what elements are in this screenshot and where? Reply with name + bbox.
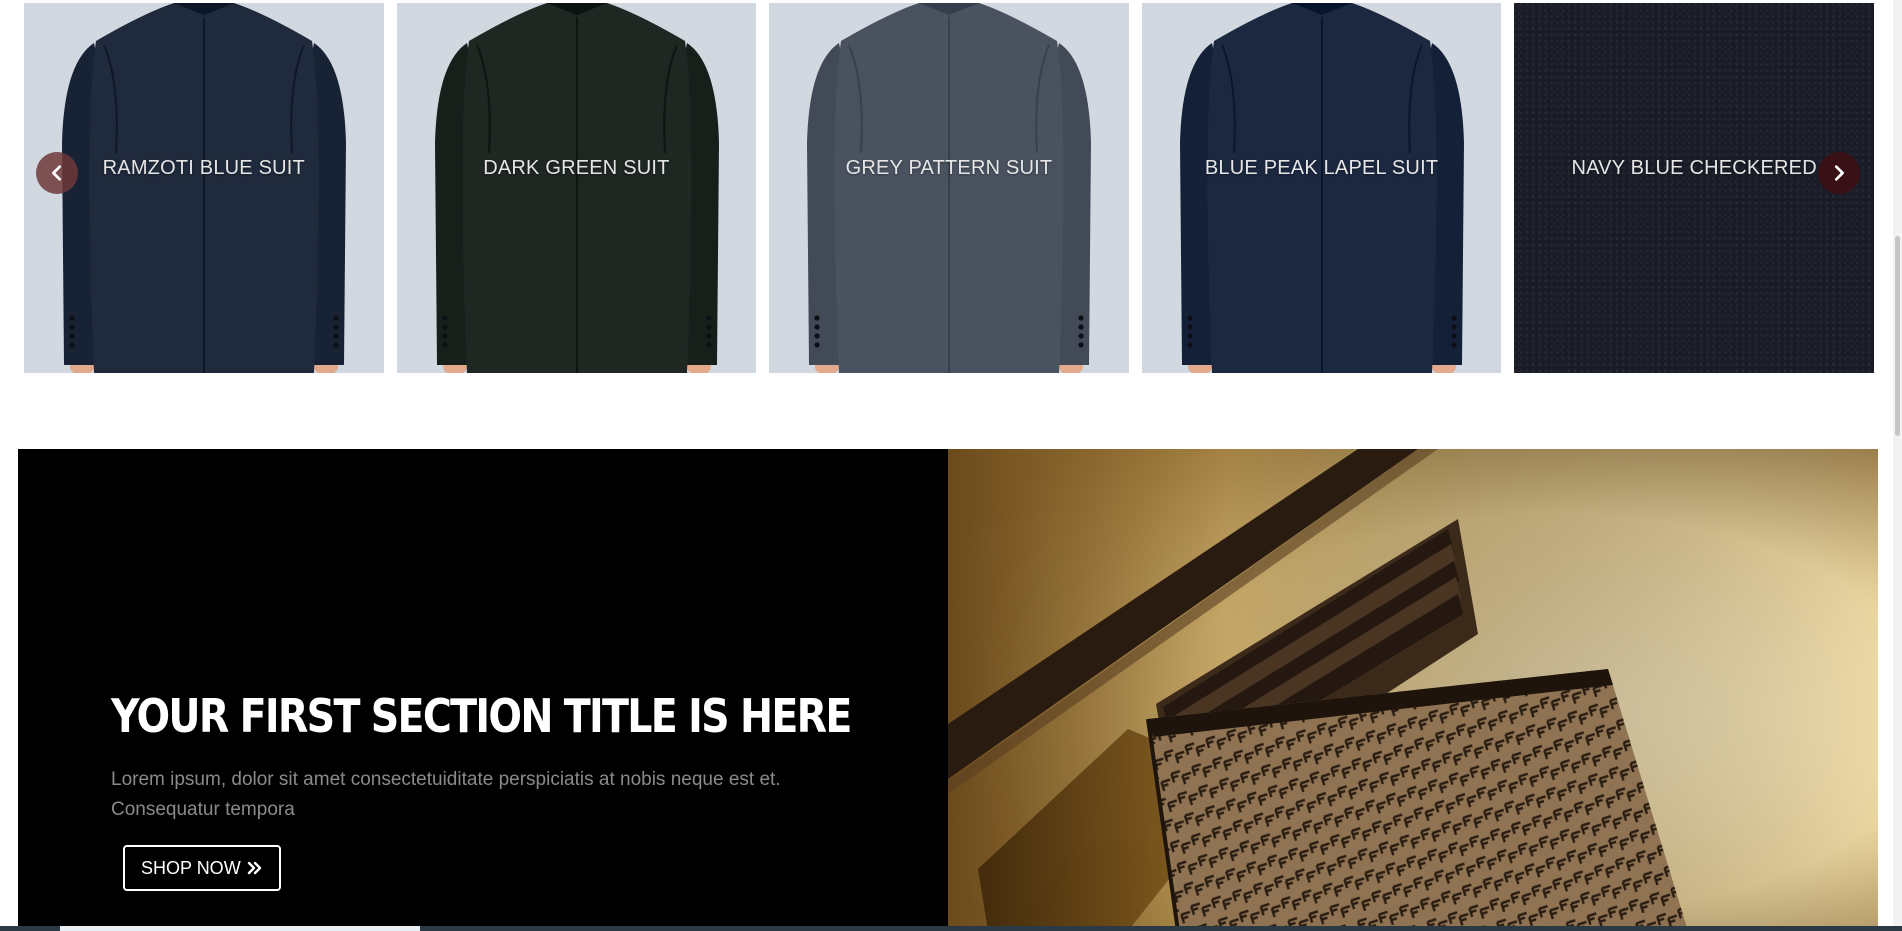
cuff-button (69, 333, 75, 339)
suit-jacket-image (1179, 3, 1464, 373)
cuff-button (333, 342, 339, 348)
cuff-button (69, 315, 75, 321)
carousel-next-button[interactable] (1818, 152, 1860, 194)
cuff-button (1451, 333, 1457, 339)
cuff-button (1451, 342, 1457, 348)
cuff-button (333, 333, 339, 339)
cuff-button (69, 324, 75, 330)
product-carousel: RAMZOTI BLUE SUIT DARK GREEN SUIT GREY P… (0, 0, 1902, 380)
double-chevron-right-icon (247, 861, 261, 875)
cuff-button (814, 342, 820, 348)
chevron-left-icon (52, 165, 62, 181)
cuff-button (1187, 315, 1193, 321)
wallet-photo (948, 449, 1878, 931)
cuff-button (441, 333, 448, 339)
promo-text-panel: YOUR FIRST SECTION TITLE IS HERE Lorem i… (18, 449, 948, 931)
product-title[interactable]: BLUE PEAK LAPEL SUIT (1142, 157, 1502, 180)
cuff-button (1078, 324, 1084, 330)
cuff-button (1187, 333, 1193, 339)
product-title[interactable]: DARK GREEN SUIT (397, 157, 757, 180)
section-title: YOUR FIRST SECTION TITLE IS HERE (111, 689, 852, 743)
cuff-button (441, 324, 448, 330)
cuff-button (69, 342, 75, 348)
cuff-button (814, 333, 820, 339)
product-card[interactable]: BLUE PEAK LAPEL SUIT (1141, 3, 1502, 373)
section-description: Lorem ipsum, dolor sit amet consectetuid… (111, 769, 781, 820)
cuff-button (1451, 324, 1457, 330)
cuff-button (333, 315, 339, 321)
cuff-button (1187, 324, 1193, 330)
cuff-button (1078, 315, 1084, 321)
cuff-button (705, 324, 712, 330)
cuff-button (705, 315, 712, 321)
cuff-button (705, 342, 712, 348)
cuff-button (1078, 333, 1084, 339)
bottom-strip-highlight (60, 926, 420, 931)
cuff-button (814, 324, 820, 330)
wallet-image (948, 449, 1878, 931)
product-title[interactable]: GREY PATTERN SUIT (769, 157, 1129, 180)
product-title[interactable]: RAMZOTI BLUE SUIT (24, 157, 384, 180)
product-card[interactable]: NAVY BLUE CHECKERED (1514, 3, 1874, 373)
shop-now-button[interactable]: SHOP NOW (123, 845, 281, 891)
cuff-button (1451, 315, 1457, 321)
carousel-track: RAMZOTI BLUE SUIT DARK GREEN SUIT GREY P… (24, 3, 1874, 373)
product-card[interactable]: DARK GREEN SUIT (396, 3, 757, 373)
cuff-button (1078, 342, 1084, 348)
product-card[interactable]: GREY PATTERN SUIT (769, 3, 1129, 373)
suit-jacket-image (807, 3, 1092, 373)
chevron-right-icon (1834, 165, 1844, 181)
suit-jacket-image (434, 3, 719, 373)
vertical-scrollbar[interactable] (1893, 0, 1902, 931)
product-card[interactable]: RAMZOTI BLUE SUIT (24, 3, 384, 373)
scrollbar-thumb[interactable] (1895, 236, 1900, 436)
cuff-button (441, 342, 448, 348)
promo-section: YOUR FIRST SECTION TITLE IS HERE Lorem i… (18, 449, 1878, 931)
cuff-button (705, 333, 712, 339)
cuff-button (1187, 342, 1193, 348)
carousel-prev-button[interactable] (36, 152, 78, 194)
cuff-button (441, 315, 448, 321)
cuff-button (333, 324, 339, 330)
shop-now-label: SHOP NOW (141, 857, 241, 878)
cuff-button (814, 315, 820, 321)
suit-jacket-image (62, 3, 346, 373)
